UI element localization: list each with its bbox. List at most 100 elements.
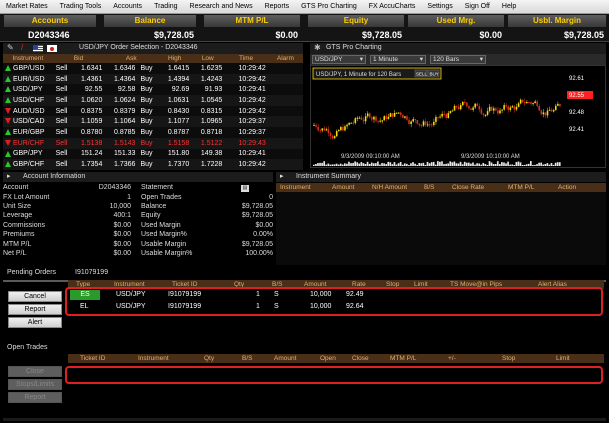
quote-row[interactable]: USD/CHF Sell 1.0620 1.0624 Buy 1.0631 1.0545 10… [3,95,303,106]
quote-ask[interactable]: 0.8785 [104,127,137,138]
quote-alarm[interactable] [268,159,303,170]
quote-ask[interactable]: 1.6346 [104,63,137,74]
menu-item-2[interactable]: Accounts [113,3,142,10]
col-instrument[interactable]: Instrument [3,54,53,63]
instrument-summary-col[interactable]: B/S [424,183,434,192]
chart-sell-button[interactable]: SELL [414,69,428,78]
cancel-order-button[interactable]: Cancel [8,291,62,302]
expand-icon[interactable]: ▸ [280,172,284,182]
instrument-summary-col[interactable]: Amount [332,183,354,192]
menu-item-6[interactable]: GTS Pro Charting [301,3,357,10]
instrument-summary-col[interactable]: Action [558,183,576,192]
quote-bid[interactable]: 1.7354 [73,159,104,170]
menu-item-5[interactable]: Reports [265,3,290,10]
buy-button[interactable]: Buy [137,63,158,74]
quote-alarm[interactable] [268,95,303,106]
quote-row[interactable]: EUR/USD Sell 1.4361 1.4364 Buy 1.4394 1.4243 10… [3,73,303,85]
open-trades-col[interactable]: Qty [204,354,214,363]
buy-button[interactable]: Buy [137,106,158,117]
menu-item-7[interactable]: FX AccuCharts [369,3,416,10]
chart-buy-button[interactable]: BUY [427,69,440,78]
buy-button[interactable]: Buy [137,149,158,160]
menu-item-0[interactable]: Market Rates [6,3,48,10]
buy-button[interactable]: Buy [137,116,158,127]
quote-alarm[interactable] [268,116,303,127]
menu-item-4[interactable]: Research and News [190,3,253,10]
slash-icon[interactable]: / [21,43,23,52]
open-trades-col[interactable]: Ticket ID [80,354,105,363]
buy-button[interactable]: Buy [137,74,158,85]
sell-button[interactable]: Sell [53,138,74,149]
buy-button[interactable]: Buy [137,159,158,170]
open-trades-col[interactable]: Open [320,354,336,363]
expand-icon[interactable]: ▸ [7,172,11,182]
sell-button[interactable]: Sell [53,63,74,74]
menu-item-9[interactable]: Sign Off [465,3,490,10]
instrument-summary-col[interactable]: Instrument [280,183,311,192]
open-trades-col[interactable]: +/- [448,354,456,363]
open-trades-col[interactable]: Limit [556,354,570,363]
menu-item-8[interactable]: Settings [427,3,452,10]
menu-item-1[interactable]: Trading Tools [60,3,102,10]
quote-bid[interactable]: 92.55 [73,84,104,95]
open-trades-col[interactable]: B/S [242,354,252,363]
menu-item-3[interactable]: Trading [154,3,177,10]
quote-row[interactable]: EUR/GBP Sell 0.8780 0.8785 Buy 0.8787 0.8718 10… [3,127,303,138]
open-trades-col[interactable]: Instrument [138,354,169,363]
report-order-button[interactable]: Report [8,304,62,315]
quote-ask[interactable]: 92.58 [104,84,137,95]
statement-icon[interactable]: ▤ [241,184,249,192]
jp-flag-icon[interactable] [47,45,57,52]
buy-button[interactable]: Buy [137,138,158,149]
quote-alarm[interactable] [268,149,303,160]
chart-interval-select[interactable]: 1 Minute ▾ [370,55,426,64]
quote-row[interactable]: GBP/JPY Sell 151.24 151.33 Buy 151.80 149.38 10… [3,148,303,160]
col-high[interactable]: High [158,54,192,63]
buy-button[interactable]: Buy [137,127,158,138]
col-ask[interactable]: Ask [104,54,159,63]
close-trade-button[interactable]: Close [8,366,62,377]
quote-alarm[interactable] [268,138,303,149]
open-trades-col[interactable]: Stop [502,354,515,363]
sell-button[interactable]: Sell [53,106,74,117]
quote-row[interactable]: USD/JPY Sell 92.55 92.58 Buy 92.69 91.93 10:29:… [3,84,303,96]
pending-order-row[interactable]: ES USD/JPY I91079199 1 S 10,000 92.49 [70,290,602,301]
sell-button[interactable]: Sell [53,116,74,127]
chart-bars-select[interactable]: 120 Bars ▾ [430,55,486,64]
menu-item-10[interactable]: Help [502,3,516,10]
quote-bid[interactable]: 151.24 [73,149,104,160]
sell-button[interactable]: Sell [53,127,74,138]
quote-ask[interactable]: 1.7366 [104,159,137,170]
sell-button[interactable]: Sell [53,84,74,95]
quote-bid[interactable]: 0.8780 [73,127,104,138]
quote-alarm[interactable] [268,106,303,117]
quote-ask[interactable]: 1.5143 [104,138,137,149]
sell-button[interactable]: Sell [53,95,74,106]
quote-ask[interactable]: 0.8379 [104,106,137,117]
quote-alarm[interactable] [268,84,303,95]
quote-bid[interactable]: 1.6341 [73,63,104,74]
pending-order-row[interactable]: EL USD/JPY I91079199 1 S 10,000 92.64 [70,302,602,313]
buy-button[interactable]: Buy [137,95,158,106]
open-trades-col[interactable]: MTM P/L [390,354,416,363]
quote-alarm[interactable] [268,74,303,85]
price-chart[interactable]: USD/JPY, 1 Minute for 120 Bars SELL BUY 92.… [310,65,606,168]
quote-bid[interactable]: 0.8375 [73,106,104,117]
open-trades-col[interactable]: Close [352,354,369,363]
sell-button[interactable]: Sell [53,159,74,170]
pencil-icon[interactable]: ✎ [7,43,14,52]
quote-bid[interactable]: 1.1059 [73,116,104,127]
stops-limits-trade-button[interactable]: Stops/Limits [8,379,62,390]
buy-button[interactable]: Buy [137,84,158,95]
us-flag-icon[interactable] [33,45,43,52]
quote-bid[interactable]: 1.5138 [73,138,104,149]
col-bid[interactable]: Bid [52,54,105,63]
quote-ask[interactable]: 1.0624 [104,95,137,106]
instrument-summary-col[interactable]: N/H Amount [372,183,407,192]
quote-bid[interactable]: 1.0620 [73,95,104,106]
gear-icon[interactable]: ✱ [314,43,321,52]
quote-row[interactable]: GBP/USD Sell 1.6341 1.6346 Buy 1.6415 1.6235 10… [3,63,303,74]
quote-row[interactable]: AUD/USD Sell 0.8375 0.8379 Buy 0.8430 0.8315 10… [3,105,303,117]
instrument-summary-col[interactable]: MTM P/L [508,183,534,192]
chart-symbol-select[interactable]: USD/JPY ▾ [312,55,366,64]
